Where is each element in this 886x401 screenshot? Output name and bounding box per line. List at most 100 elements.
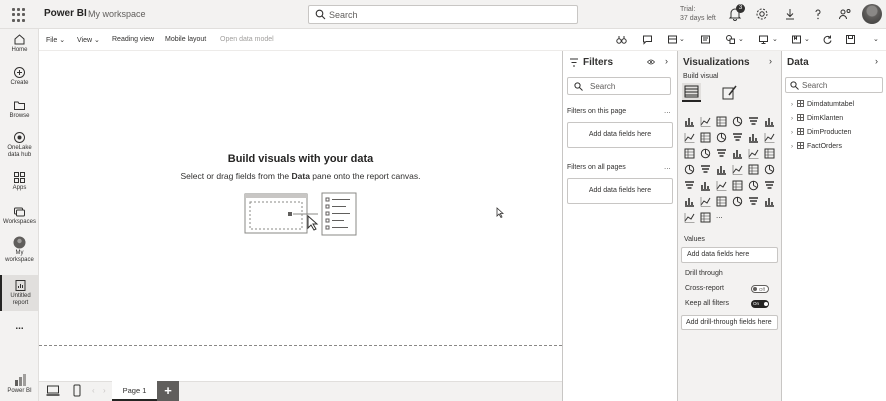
global-search-input[interactable]: Search bbox=[308, 5, 578, 24]
table-item[interactable]: › DimProducten bbox=[791, 128, 851, 136]
nav-browse[interactable]: Browse bbox=[0, 99, 39, 120]
filled-map-icon[interactable] bbox=[700, 164, 711, 175]
nav-untitled-report[interactable]: Untitled report bbox=[0, 275, 39, 311]
more-visuals-icon[interactable]: ... bbox=[716, 212, 727, 223]
gauge-icon[interactable] bbox=[748, 164, 759, 175]
collapse-ribbon-icon[interactable]: ⌄ bbox=[873, 35, 879, 43]
stacked-bar-icon[interactable] bbox=[684, 116, 695, 127]
table-view-icon[interactable] bbox=[667, 34, 678, 45]
nav-onelake[interactable]: OneLake data hub bbox=[0, 131, 39, 159]
qa-icon[interactable] bbox=[732, 196, 743, 207]
more-options-icon[interactable]: ... bbox=[664, 162, 671, 171]
build-visual-tab[interactable] bbox=[682, 83, 701, 102]
nav-apps[interactable]: Apps bbox=[0, 171, 39, 192]
waterfall-icon[interactable] bbox=[684, 148, 695, 159]
paginated-report-icon[interactable] bbox=[764, 196, 775, 207]
100-column-icon[interactable] bbox=[764, 116, 775, 127]
reading-view-button[interactable]: Reading view bbox=[112, 36, 154, 43]
area-chart-icon[interactable] bbox=[700, 132, 711, 143]
desktop-view-icon[interactable] bbox=[46, 385, 60, 397]
add-page-button[interactable]: + bbox=[157, 381, 179, 401]
workspace-breadcrumb[interactable]: My workspace bbox=[88, 9, 146, 19]
bookmark-view-icon[interactable] bbox=[791, 34, 802, 45]
filters-search-input[interactable]: Search bbox=[567, 77, 671, 95]
mobile-layout-button[interactable]: Mobile layout bbox=[165, 36, 206, 43]
narrative-icon[interactable] bbox=[748, 196, 759, 207]
open-data-model-button[interactable]: Open data model bbox=[220, 36, 274, 43]
table-item[interactable]: › DimKlanten bbox=[791, 114, 843, 122]
collapse-visualizations-icon[interactable]: › bbox=[769, 56, 772, 66]
trial-status[interactable]: Trial: 37 days left bbox=[680, 5, 716, 23]
more-icon[interactable]: ... bbox=[0, 322, 39, 332]
collapse-filters-icon[interactable]: › bbox=[665, 56, 668, 66]
clustered-column-icon[interactable] bbox=[732, 116, 743, 127]
treemap-icon[interactable] bbox=[764, 148, 775, 159]
stacked-area-icon[interactable] bbox=[716, 132, 727, 143]
more-options-icon[interactable]: ... bbox=[664, 106, 671, 115]
decomposition-tree-icon[interactable] bbox=[716, 196, 727, 207]
eye-icon[interactable] bbox=[647, 58, 655, 66]
cross-report-toggle[interactable]: Off bbox=[751, 285, 769, 293]
page-filters-drop-zone[interactable]: Add data fields here bbox=[567, 122, 673, 148]
format-visual-tab[interactable] bbox=[720, 83, 739, 102]
binoculars-icon[interactable] bbox=[616, 34, 627, 45]
nav-create[interactable]: Create bbox=[0, 66, 39, 87]
drill-through-drop-zone[interactable]: Add drill-through fields here bbox=[681, 315, 778, 330]
scatter-icon[interactable] bbox=[716, 148, 727, 159]
pie-chart-icon[interactable] bbox=[732, 148, 743, 159]
view-menu[interactable]: View ⌄ bbox=[77, 36, 100, 44]
power-apps-icon[interactable] bbox=[684, 212, 695, 223]
powerbi-logo[interactable]: Power BI bbox=[0, 373, 39, 395]
keep-all-filters-toggle[interactable]: On bbox=[751, 300, 769, 308]
table-item[interactable]: › Dimdatumtabel bbox=[791, 100, 854, 108]
collapse-data-icon[interactable]: › bbox=[875, 56, 878, 66]
user-avatar[interactable] bbox=[862, 4, 882, 24]
stacked-column-icon[interactable] bbox=[700, 116, 711, 127]
page-tab-1[interactable]: Page 1 bbox=[112, 381, 157, 401]
kpi-icon[interactable] bbox=[700, 180, 711, 191]
key-influencers-icon[interactable] bbox=[700, 196, 711, 207]
mobile-view-icon[interactable] bbox=[73, 384, 81, 397]
shapes-icon[interactable] bbox=[725, 34, 736, 45]
app-name[interactable]: Power BI bbox=[44, 8, 87, 19]
table-visual-icon[interactable] bbox=[732, 180, 743, 191]
donut-chart-icon[interactable] bbox=[748, 148, 759, 159]
save-icon[interactable] bbox=[845, 34, 856, 45]
line-column-icon[interactable] bbox=[732, 132, 743, 143]
100-bar-icon[interactable] bbox=[748, 116, 759, 127]
text-box-icon[interactable] bbox=[700, 34, 711, 45]
chevron-down-icon[interactable]: ⌄ bbox=[772, 35, 778, 43]
shape-map-icon[interactable] bbox=[716, 164, 727, 175]
chevron-down-icon[interactable]: ⌄ bbox=[679, 35, 685, 43]
values-drop-zone[interactable]: Add data fields here bbox=[681, 247, 778, 263]
ribbon-chart-icon[interactable] bbox=[764, 132, 775, 143]
nav-my-workspace[interactable]: My workspace bbox=[0, 236, 39, 264]
chevron-down-icon[interactable]: ⌄ bbox=[804, 35, 810, 43]
data-search-input[interactable]: Search bbox=[785, 77, 883, 93]
power-automate-icon[interactable] bbox=[700, 212, 711, 223]
share-icon[interactable] bbox=[838, 7, 852, 21]
table-item[interactable]: › FactOrders bbox=[791, 142, 842, 150]
line-clustered-icon[interactable] bbox=[748, 132, 759, 143]
comment-icon[interactable] bbox=[642, 34, 653, 45]
present-icon[interactable] bbox=[758, 34, 769, 45]
clustered-bar-icon[interactable] bbox=[716, 116, 727, 127]
nav-home[interactable]: Home bbox=[0, 33, 39, 54]
r-visual-icon[interactable] bbox=[764, 180, 775, 191]
file-menu[interactable]: File ⌄ bbox=[46, 36, 65, 44]
multi-row-card-icon[interactable] bbox=[684, 180, 695, 191]
funnel-icon[interactable] bbox=[700, 148, 711, 159]
matrix-icon[interactable] bbox=[748, 180, 759, 191]
card-icon[interactable] bbox=[764, 164, 775, 175]
app-launcher-icon[interactable] bbox=[12, 8, 26, 22]
python-visual-icon[interactable] bbox=[684, 196, 695, 207]
page-prev-icon[interactable]: ‹ bbox=[92, 386, 95, 395]
download-icon[interactable] bbox=[783, 7, 797, 21]
refresh-icon[interactable] bbox=[822, 34, 833, 45]
gear-icon[interactable] bbox=[755, 7, 769, 21]
all-pages-filters-drop-zone[interactable]: Add data fields here bbox=[567, 178, 673, 204]
chevron-down-icon[interactable]: ⌄ bbox=[738, 35, 744, 43]
page-next-icon[interactable]: › bbox=[103, 386, 106, 395]
help-icon[interactable] bbox=[811, 7, 825, 21]
map-icon[interactable] bbox=[684, 164, 695, 175]
